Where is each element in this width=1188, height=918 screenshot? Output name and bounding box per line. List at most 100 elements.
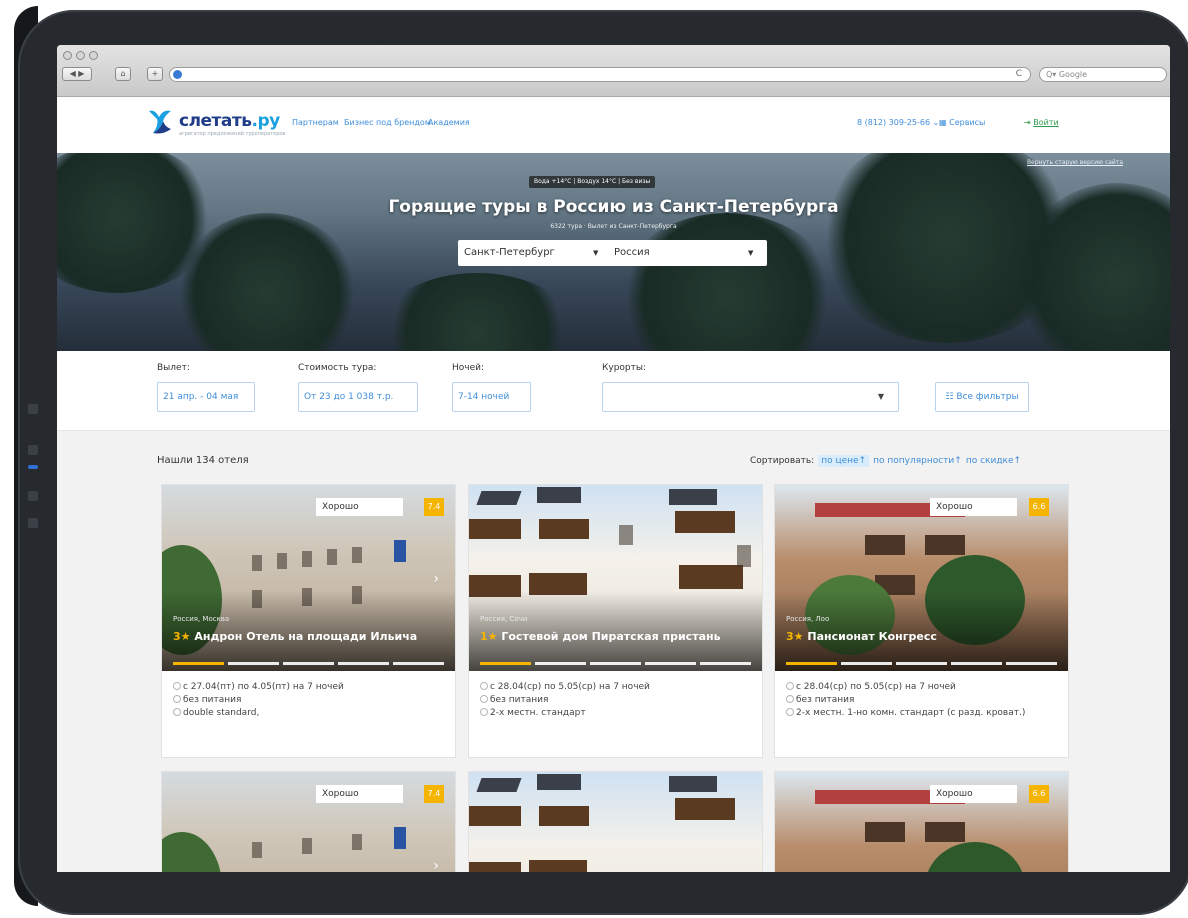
logo-text: слетать [179,111,252,131]
sort-by-price[interactable]: по цене↑ [818,455,870,467]
roof-decoration [476,778,522,792]
photo-pager[interactable] [786,662,1057,665]
roof-decoration [669,489,717,505]
balcony-decoration [675,798,735,820]
hotel-stars: 1★ [480,630,498,643]
balcony-decoration [469,806,521,826]
tour-meal-text: без питания [490,695,549,705]
sort-by-popularity[interactable]: по популярности↑ [873,456,962,466]
chevron-right-icon[interactable]: › [433,571,439,587]
home-icon[interactable]: ⌂ [115,67,131,81]
calendar-icon [480,682,488,690]
phone-number[interactable]: 8 (812) 309-25-66 ⌄ [857,118,939,127]
tour-info: с 28.04(ср) по 5.05(ср) на 7 ночей без п… [469,671,762,757]
resorts-select[interactable]: ▼ [602,382,899,412]
balcony-decoration [539,519,589,539]
address-bar[interactable]: C [169,67,1031,82]
hotel-name-text: Пансионат Конгресс [807,630,937,643]
roof-decoration [669,776,717,792]
hotel-name[interactable]: 1★ Гостевой дом Пиратская пристань [480,630,721,643]
departure-city-select[interactable]: Санкт-Петербург ▼ [458,240,608,266]
rating-label: Хорошо [316,785,403,803]
chevron-down-icon: ▼ [877,392,884,401]
site-logo[interactable]: слетать.ру агрегатор предложений туропер… [147,107,285,137]
hotel-photo[interactable]: Хорошо 7.4 › Россия, Москва 3★ Андрон От… [162,485,455,671]
tour-dates-text: с 27.04(пт) по 4.05(пт) на 7 ночей [183,682,344,692]
hotel-location: Россия, Лоо [786,615,830,623]
page-subtitle: 6322 тура · Вылет из Санкт-Петербурга [550,223,677,230]
zoom-window-button[interactable] [89,51,98,60]
browser-search-input[interactable]: Q▾ Google [1039,67,1167,82]
rating-score: 7.4 [424,785,444,803]
window-decoration [277,553,287,569]
back-forward-icon[interactable]: ◀ ▶ [62,67,92,81]
hotel-stars: 3★ [786,630,804,643]
hotel-photo[interactable]: Хорошо 6.6 Россия, Лоо 3★ Пансионат Конг… [775,485,1068,671]
tour-dates-text: с 28.04(ср) по 5.05(ср) на 7 ночей [490,682,650,692]
services-menu[interactable]: ▦ Сервисы [939,118,985,127]
hotel-photo[interactable]: Хорошо 6.6 [775,772,1068,887]
sort-by-discount[interactable]: по скидке↑ [966,456,1021,466]
tour-dates: с 28.04(ср) по 5.05(ср) на 7 ночей [786,681,1057,694]
nav-link-partners[interactable]: Партнерам [292,118,339,127]
page-title: Горящие туры в Россию из Санкт-Петербург… [388,197,839,217]
window-decoration [352,547,362,563]
close-window-button[interactable] [63,51,72,60]
hotel-photo[interactable] [469,772,762,887]
country-select[interactable]: Россия ▼ [608,240,767,266]
nights-label: Ночей: [452,363,485,373]
sort-label: Сортировать: [750,456,815,466]
logo-suffix: .ру [251,111,281,131]
nav-link-brand-business[interactable]: Бизнес под брендом [344,118,431,127]
window-decoration [352,834,362,850]
nights-field[interactable]: 7-14 ночей [452,382,531,412]
hotel-card[interactable]: Россия, Сочи 1★ Гостевой дом Пиратская п… [468,484,763,758]
hotel-name[interactable]: 3★ Пансионат Конгресс [786,630,937,643]
filter-bar: Вылет: 21 апр. - 04 мая Стоимость тура: … [57,351,1170,431]
meal-icon [786,695,794,703]
chevron-down-icon: ▼ [748,249,754,257]
window-decoration [925,822,965,842]
hotel-card[interactable]: Хорошо 7.4 › [161,771,456,887]
nav-link-academy[interactable]: Академия [428,118,470,127]
window-decoration [252,555,262,571]
reload-icon[interactable]: C [1016,68,1022,81]
add-tab-icon[interactable]: + [147,67,163,81]
hotel-photo[interactable]: Хорошо 7.4 › [162,772,455,887]
departure-date-field[interactable]: 21 апр. - 04 мая [157,382,255,412]
tour-dates: с 27.04(пт) по 4.05(пт) на 7 ночей [173,681,444,694]
rating-label: Хорошо [930,785,1017,803]
tour-room-text: 2-х местн. 1-но комн. стандарт (с разд. … [796,708,1026,718]
sort-controls: Сортировать: по цене↑ по популярности↑ п… [750,455,1021,467]
balcony-decoration [675,511,735,533]
side-button [28,518,38,528]
all-filters-button[interactable]: ☷ Все фильтры [935,382,1029,412]
results-section: Нашли 134 отеля Сортировать: по цене↑ по… [57,431,1170,887]
photo-pager[interactable] [173,662,444,665]
roof-decoration [476,491,522,505]
resorts-label: Курорты: [602,363,647,373]
minimize-window-button[interactable] [76,51,85,60]
hotel-location: Россия, Москва [173,615,230,623]
hotel-photo[interactable]: Россия, Сочи 1★ Гостевой дом Пиратская п… [469,485,762,671]
calendar-icon [786,682,794,690]
hotel-card[interactable]: Хорошо 6.6 Россия, Лоо 3★ Пансионат Конг… [774,484,1069,758]
window-decoration [302,551,312,567]
browser-toolbar: ◀ ▶ ⌂ + C Q▾ Google [57,45,1170,97]
departure-city-value: Санкт-Петербург [464,247,555,258]
tour-meal: без питания [786,694,1057,707]
hotel-name[interactable]: 3★ Андрон Отель на площади Ильича [173,630,417,643]
hotel-card[interactable] [468,771,763,887]
login-button[interactable]: ⇥ Войти [1024,118,1059,127]
hotel-card[interactable]: Хорошо 6.6 [774,771,1069,887]
window-decoration [327,549,337,565]
old-version-link[interactable]: Вернуть старую версию сайта [1027,159,1123,166]
results-count: Нашли 134 отеля [157,455,249,466]
tour-meal-text: без питания [183,695,242,705]
photo-pager[interactable] [480,662,751,665]
side-button [28,445,38,455]
country-value: Россия [614,247,650,258]
hotel-card[interactable]: Хорошо 7.4 › Россия, Москва 3★ Андрон От… [161,484,456,758]
login-icon: ⇥ [1024,118,1034,127]
price-field[interactable]: От 23 до 1 038 т.р. [298,382,418,412]
